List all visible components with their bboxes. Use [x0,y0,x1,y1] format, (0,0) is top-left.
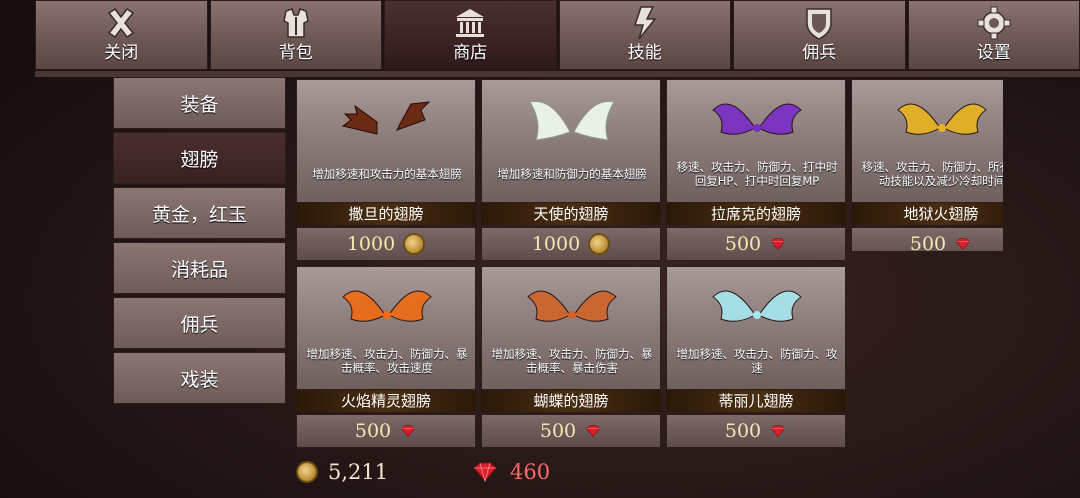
top-tab-bar: 关闭 背包 商店 技能 佣兵 设置 [35,0,1080,70]
price-value: 500 [539,420,577,442]
price-value: 1000 [346,233,396,255]
item-preview: 增加移速、攻击力、防御力、暴击概率、攻击速度 [296,266,476,390]
item-name: 撒旦的翅膀 [296,203,476,225]
item-price[interactable]: 500 [851,227,1003,251]
gem-icon [771,425,786,437]
category-label: 黄金，红玉 [151,203,247,226]
category-costume[interactable]: 戏装 [113,352,286,404]
category-label: 戏装 [180,368,219,391]
item-name: 天使的翅膀 [481,203,661,225]
item-name: 蝴蝶的翅膀 [481,390,661,412]
item-description: 移速、攻击力、防御力、打中时回复HP、打中时回复MP [676,160,838,188]
purple-wings-icon [712,103,802,135]
price-value: 500 [354,420,392,442]
item-preview: 增加移速和攻击力的基本翅膀 [296,79,476,203]
ice-wings-icon [712,290,802,322]
price-value: 500 [909,233,947,251]
tab-close[interactable]: 关闭 [35,0,208,70]
coin-amount: 5,211 [328,460,389,484]
item-price[interactable]: 500 [481,414,661,448]
item-name: 地狱火翅膀 [851,203,1003,225]
category-label: 装备 [180,93,219,116]
tab-settings[interactable]: 设置 [907,0,1080,70]
item-description: 增加移速和攻击力的基本翅膀 [312,167,462,181]
tab-label: 佣兵 [802,43,837,63]
item-preview: 增加移速、攻击力、防御力、暴击概率、暴击伤害 [481,266,661,390]
category-consumables[interactable]: 消耗品 [113,242,286,294]
shop-icon [456,9,485,37]
item-preview: 增加移速、攻击力、防御力、攻速 [666,266,846,390]
category-equipment[interactable]: 装备 [113,77,286,129]
category-label: 消耗品 [170,258,228,281]
item-price[interactable]: 1000 [296,227,476,261]
close-icon [108,7,135,39]
angel-wings-icon [529,100,615,141]
fire-wings-icon [342,290,432,322]
item-card[interactable]: 增加移速和防御力的基本翅膀 天使的翅膀 1000 [481,79,661,261]
item-preview: 增加移速和防御力的基本翅膀 [481,79,661,203]
golden-wings-icon [897,103,987,135]
gear-icon [977,6,1011,40]
item-price[interactable]: 500 [296,414,476,448]
item-name: 火焰精灵翅膀 [296,390,476,412]
tab-label: 背包 [278,43,313,63]
item-price[interactable]: 500 [666,227,846,261]
item-price[interactable]: 1000 [481,227,661,261]
coin-balance: 5,211 [296,456,388,488]
tab-shop[interactable]: 商店 [384,0,557,70]
butterfly-wings-icon [527,290,617,322]
item-preview: 移速、攻击力、防御力、打中时回复HP、打中时回复MP [666,79,846,203]
gem-icon [771,238,786,250]
gem-balance: 460 [470,456,550,488]
item-description: 移速、攻击力、防御力、所有主动技能以及减少冷却时间 [861,160,1004,188]
category-label: 翅膀 [180,148,219,171]
armor-icon [282,8,309,38]
gem-icon [401,425,416,437]
item-name: 拉席克的翅膀 [666,203,846,225]
item-card[interactable]: 增加移速、攻击力、防御力、暴击概率、暴击伤害 蝴蝶的翅膀 500 [481,266,661,448]
price-value: 1000 [531,233,581,255]
item-description: 增加移速、攻击力、防御力、暴击概率、攻击速度 [306,347,468,375]
lightning-icon [633,6,657,40]
category-gold-ruby[interactable]: 黄金，红玉 [113,187,286,239]
item-card[interactable]: 移速、攻击力、防御力、打中时回复HP、打中时回复MP 拉席克的翅膀 500 [666,79,846,261]
tab-label: 技能 [627,43,662,63]
bat-wings-icon [341,101,431,135]
tab-label: 商店 [453,43,488,63]
item-card[interactable]: 增加移速、攻击力、防御力、攻速 蒂丽儿翅膀 500 [666,266,846,448]
price-value: 500 [724,420,762,442]
item-card[interactable]: 增加移速、攻击力、防御力、暴击概率、攻击速度 火焰精灵翅膀 500 [296,266,476,448]
item-description: 增加移速、攻击力、防御力、暴击概率、暴击伤害 [491,347,653,375]
shield-icon [806,8,832,40]
gem-icon [956,238,971,250]
tab-label: 关闭 [104,43,139,63]
price-value: 500 [724,233,762,255]
gem-icon [586,425,601,437]
category-label: 佣兵 [180,313,219,336]
item-preview: 移速、攻击力、防御力、所有主动技能以及减少冷却时间 [851,79,1003,203]
coin-icon [296,461,318,483]
coin-icon [588,233,611,255]
item-description: 增加移速和防御力的基本翅膀 [497,167,647,181]
item-price[interactable]: 500 [666,414,846,448]
tab-skills[interactable]: 技能 [558,0,731,70]
tab-bag[interactable]: 背包 [209,0,382,70]
item-card[interactable]: 增加移速和攻击力的基本翅膀 撒旦的翅膀 1000 [296,79,476,261]
gem-icon [473,462,497,482]
item-card[interactable]: 移速、攻击力、防御力、所有主动技能以及减少冷却时间 地狱火翅膀 500 [851,79,1003,251]
tab-label: 设置 [976,43,1011,63]
item-description: 增加移速、攻击力、防御力、攻速 [676,347,838,375]
gem-amount: 460 [510,460,551,484]
item-name: 蒂丽儿翅膀 [666,390,846,412]
coin-icon [403,233,426,255]
category-mercenary[interactable]: 佣兵 [113,297,286,349]
category-wings[interactable]: 翅膀 [113,132,286,184]
tab-mercenary[interactable]: 佣兵 [733,0,906,70]
